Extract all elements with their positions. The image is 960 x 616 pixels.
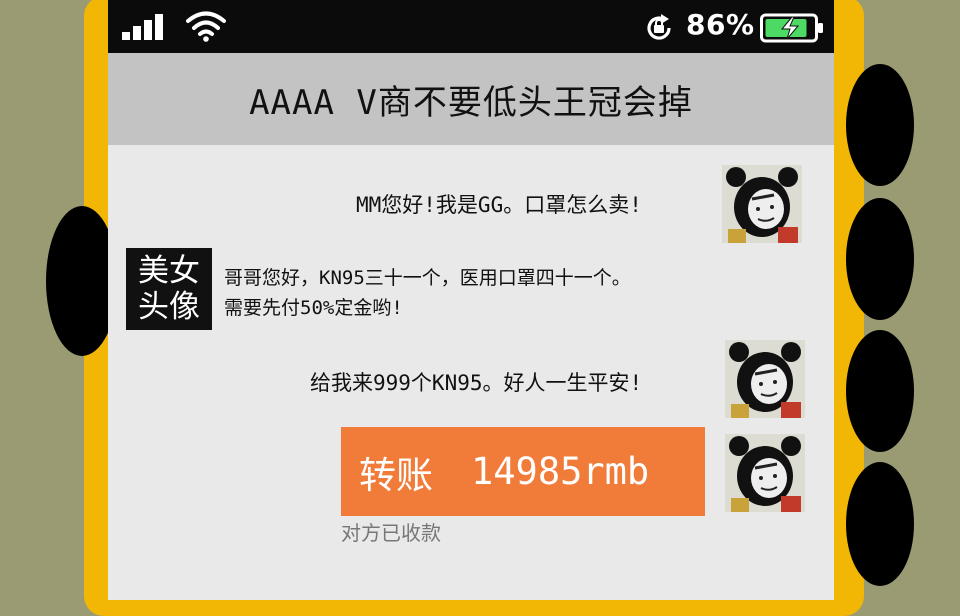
transfer-amount: 14985rmb — [471, 450, 650, 493]
chat-header: AAAA V商不要低头王冠会掉 — [108, 53, 834, 145]
message-bubble: 哥哥您好，KN95三十一个，医用口罩四十一个。 — [224, 267, 631, 289]
side-button — [846, 198, 914, 320]
avatar-label: 美女 — [138, 253, 200, 289]
rotation-lock-icon — [647, 14, 671, 40]
transfer-status: 对方已收款 — [341, 521, 441, 545]
panda-avatar-icon — [722, 165, 802, 243]
avatar-label: 头像 — [138, 289, 200, 325]
signal-icon — [122, 14, 163, 40]
avatar[interactable] — [725, 340, 805, 418]
message-bubble: MM您好!我是GG。口罩怎么卖! — [356, 193, 642, 217]
message-bubble: 给我来999个KN95。好人一生平安! — [310, 371, 643, 395]
panda-avatar-icon — [725, 434, 805, 512]
panda-avatar-icon — [725, 340, 805, 418]
battery-charging-icon — [760, 13, 823, 43]
side-button — [846, 330, 914, 452]
side-button — [846, 64, 914, 186]
status-bar: 86% — [108, 0, 834, 53]
battery-percent: 86% — [686, 8, 755, 41]
side-button — [846, 462, 914, 586]
wifi-icon — [186, 11, 226, 42]
transfer-label: 转账 — [359, 453, 433, 497]
phone-screen: 86% AAAA V商不要低头王冠会掉 MM您好!我是GG。口罩怎么卖! 美女 … — [108, 0, 834, 600]
message-bubble: 需要先付50%定金哟! — [224, 297, 403, 319]
avatar[interactable]: 美女 头像 — [126, 248, 212, 330]
transfer-card[interactable]: 转账 14985rmb — [341, 427, 705, 516]
avatar[interactable] — [722, 165, 802, 243]
avatar[interactable] — [725, 434, 805, 512]
chat-title: AAAA V商不要低头王冠会掉 — [249, 82, 693, 123]
